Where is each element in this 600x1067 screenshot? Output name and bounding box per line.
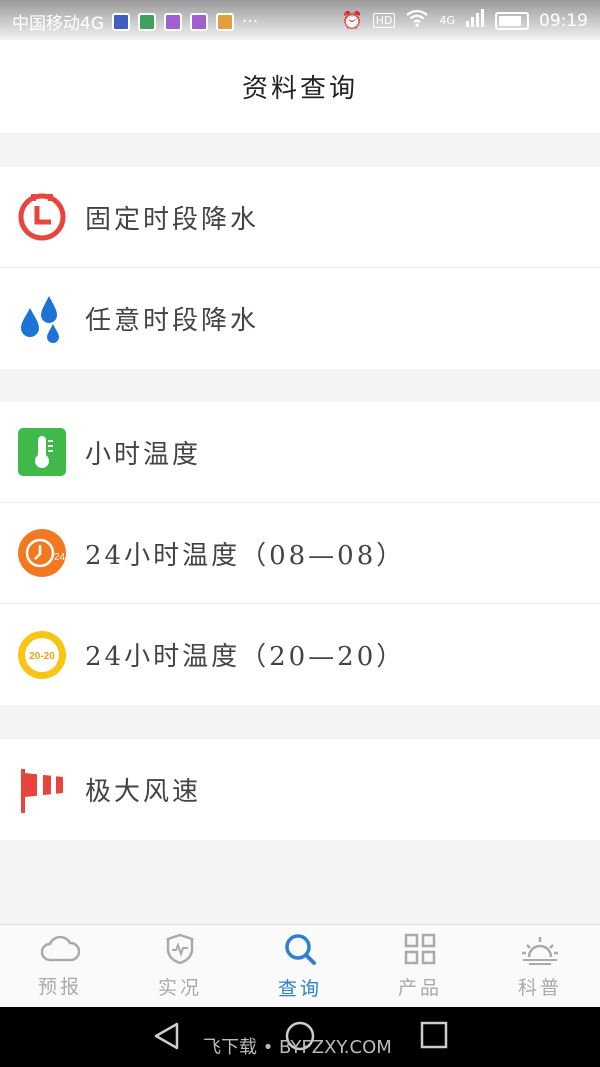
recent-apps-button[interactable]	[420, 1021, 448, 1053]
hd-badge: HD	[372, 13, 396, 28]
notification-keyboard-icon	[190, 12, 208, 31]
clock-24-icon: 24	[17, 528, 67, 578]
tab-query[interactable]: 查询	[240, 925, 360, 1007]
shield-pulse-icon	[164, 933, 196, 969]
menu-section-precipitation: 固定时段降水 任意时段降水	[0, 167, 600, 369]
wifi-icon	[405, 9, 429, 32]
tab-observation[interactable]: 实况	[120, 925, 240, 1007]
tab-label: 实况	[157, 976, 202, 999]
raindrops-icon	[17, 294, 67, 344]
more-notifications-indicator: ···	[242, 11, 259, 32]
signal-icon	[465, 9, 485, 32]
menu-item-24h-temperature-20-20[interactable]: 20-20 24小时温度（20—20）	[0, 604, 600, 705]
page-title: 资料查询	[241, 74, 358, 104]
page-header: 资料查询	[0, 40, 600, 133]
tab-label: 科普	[517, 976, 562, 999]
watermark-text: 飞下载 • BYFZXY.COM	[203, 1037, 392, 1058]
notification-app-icon	[216, 12, 234, 31]
tab-label: 查询	[277, 977, 322, 1000]
sunrise-icon	[521, 933, 559, 969]
menu-item-label: 极大风速	[85, 777, 202, 807]
notification-mail-icon	[112, 12, 130, 31]
menu-item-fixed-period-precipitation[interactable]: 固定时段降水	[0, 167, 600, 268]
clock-24-text: 24	[54, 552, 66, 563]
menu-item-label: 固定时段降水	[85, 204, 260, 235]
tab-label: 预报	[37, 975, 82, 998]
menu-item-label: 任意时段降水	[85, 306, 260, 336]
badge-20-20-text: 20-20	[29, 651, 55, 662]
menu-item-label: 24小时温度（08—08）	[85, 540, 406, 571]
alarm-icon: ⏰	[341, 10, 363, 31]
badge-20-20-icon: 20-20	[17, 630, 67, 680]
tab-science[interactable]: 科普	[480, 925, 600, 1007]
battery-icon	[495, 11, 529, 30]
cloud-icon	[40, 934, 81, 968]
menu-item-24h-temperature-08-08[interactable]: 24 24小时温度（08—08）	[0, 503, 600, 604]
windsock-icon	[17, 765, 67, 815]
menu-item-label: 小时温度	[85, 439, 202, 470]
tab-label: 产品	[397, 976, 442, 999]
search-icon	[283, 932, 317, 970]
tab-forecast[interactable]: 预报	[0, 925, 120, 1007]
clock-red-icon	[17, 192, 67, 242]
back-button[interactable]	[152, 1021, 182, 1055]
menu-section-temperature: 小时温度 24 24小时温度（08—08） 20-20 24小时温度（20—20…	[0, 402, 600, 705]
menu-item-arbitrary-period-precipitation[interactable]: 任意时段降水	[0, 268, 600, 369]
notification-shield-icon	[138, 12, 156, 31]
menu-section-wind: 极大风速	[0, 739, 600, 840]
thermometer-icon	[17, 427, 67, 477]
menu-item-max-wind-speed[interactable]: 极大风速	[0, 739, 600, 840]
notification-image-icon	[164, 12, 182, 31]
network-type-label: 4G	[439, 14, 455, 27]
menu-item-hourly-temperature[interactable]: 小时温度	[0, 402, 600, 503]
status-bar: 中国移动4G ··· ⏰ HD 4G 09:19	[0, 0, 600, 40]
grid-icon	[404, 933, 436, 969]
tab-products[interactable]: 产品	[360, 925, 480, 1007]
menu-item-label: 24小时温度（20—20）	[85, 642, 406, 672]
bottom-tab-bar: 预报 实况 查询 产品 科普	[0, 924, 600, 1007]
carrier-label: 中国移动4G	[12, 14, 104, 34]
clock-time: 09:19	[539, 10, 588, 31]
